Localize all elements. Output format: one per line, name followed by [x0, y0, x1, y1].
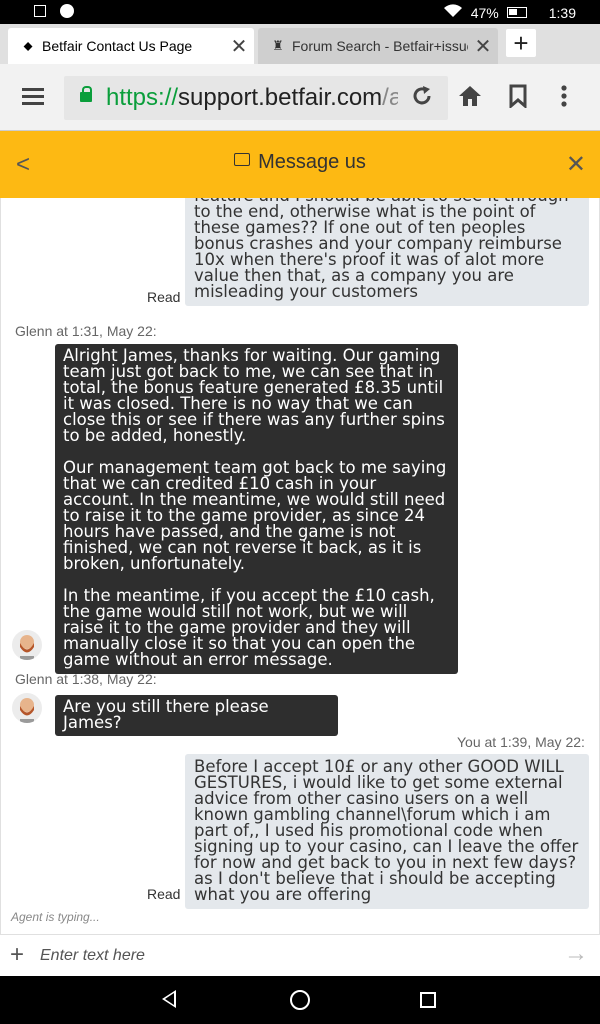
- user-message-bubble: Before I accept 10£ or any other GOOD WI…: [185, 754, 589, 909]
- message-meta: Glenn at 1:38, May 22:: [15, 671, 157, 687]
- bookmark-icon[interactable]: [508, 84, 528, 112]
- send-arrow-icon[interactable]: →: [564, 942, 588, 966]
- message-input[interactable]: [40, 943, 540, 969]
- url-text[interactable]: https://support.betfair.com/app/chat: [106, 84, 398, 112]
- read-receipt: Read: [147, 886, 181, 902]
- new-tab-button[interactable]: +: [506, 29, 536, 57]
- battery-percent: 47%: [470, 4, 499, 21]
- speech-bubble-icon: [234, 153, 251, 166]
- message-composer: + →: [0, 934, 600, 977]
- tab-forum-search[interactable]: ♜ Forum Search - Betfair+issue ✕: [258, 28, 498, 64]
- chat-transcript[interactable]: feature and I should be able to see it t…: [0, 198, 600, 934]
- read-receipt: Read: [147, 289, 181, 305]
- agent-message-bubble: Are you still there please James?: [55, 695, 338, 736]
- battery-icon: [506, 7, 527, 18]
- home-icon[interactable]: [458, 84, 482, 112]
- tab-betfair-contact[interactable]: ⬥ Betfair Contact Us Page ✕: [8, 28, 254, 64]
- overflow-menu-icon[interactable]: [560, 84, 568, 112]
- system-navigation-bar: [0, 976, 600, 1024]
- reload-icon[interactable]: [410, 84, 434, 112]
- app-notification-icon: [60, 4, 74, 18]
- agent-avatar: [12, 630, 42, 660]
- lock-icon: [80, 86, 92, 102]
- wifi-icon: [443, 4, 463, 21]
- close-chat-icon[interactable]: ✕: [566, 150, 586, 179]
- tab-close-icon[interactable]: ✕: [468, 34, 498, 59]
- nav-home-icon[interactable]: [290, 990, 310, 1010]
- hamburger-menu-icon[interactable]: [22, 88, 44, 105]
- url-bar[interactable]: https://support.betfair.com/app/chat: [64, 76, 448, 120]
- agent-message-bubble: Alright James, thanks for waiting. Our g…: [55, 344, 458, 674]
- nav-recents-icon[interactable]: [420, 992, 436, 1008]
- browser-toolbar: https://support.betfair.com/app/chat: [0, 64, 600, 131]
- typing-indicator: Agent is typing...: [11, 910, 100, 924]
- chat-title: Message us: [0, 151, 600, 174]
- tab-title: Forum Search - Betfair+issue: [292, 38, 468, 54]
- message-meta: You at 1:39, May 22:: [457, 734, 585, 750]
- status-bar: 47% 1:39: [0, 0, 600, 24]
- message-meta: Glenn at 1:31, May 22:: [15, 323, 157, 339]
- agent-avatar: [12, 693, 42, 723]
- image-notification-icon: [34, 5, 46, 17]
- clock: 1:39: [548, 4, 576, 21]
- tab-close-icon[interactable]: ✕: [224, 34, 254, 59]
- chat-header: < Message us ✕: [0, 131, 600, 198]
- tab-title: Betfair Contact Us Page: [42, 38, 193, 54]
- attach-plus-icon[interactable]: +: [10, 943, 24, 967]
- user-message-bubble: feature and I should be able to see it t…: [185, 198, 589, 306]
- nav-back-icon[interactable]: [162, 990, 176, 1008]
- betfair-favicon-icon: ⬥: [23, 38, 33, 53]
- forum-favicon-icon: ♜: [272, 38, 284, 53]
